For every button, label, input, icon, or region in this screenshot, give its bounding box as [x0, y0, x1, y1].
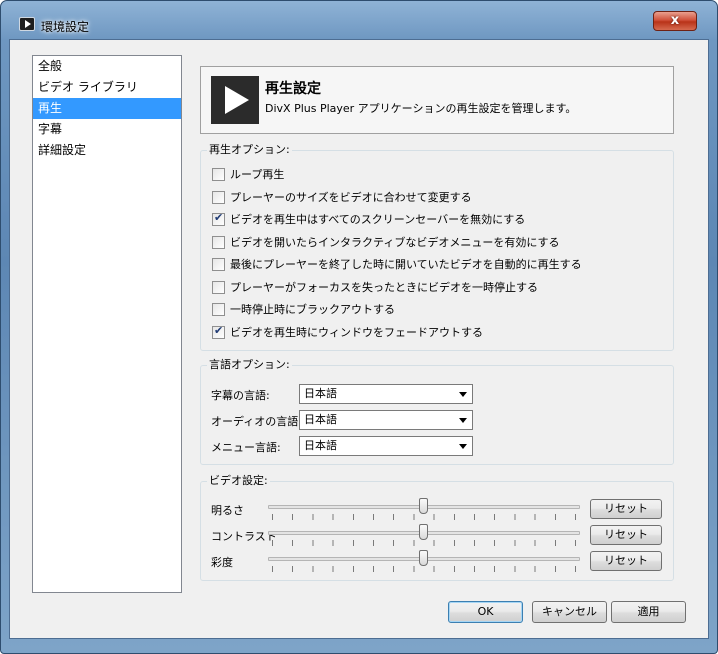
audio-language-value: 日本語	[304, 413, 337, 426]
option-disable-screensaver[interactable]: ビデオを再生中はすべてのスクリーンセーバーを無効にする	[212, 211, 525, 227]
nav-item-playback[interactable]: 再生	[33, 98, 181, 119]
contrast-ticks	[272, 540, 576, 546]
screensaver-checkbox[interactable]	[212, 211, 225, 226]
subtitle-language-select[interactable]: 日本語	[299, 384, 473, 404]
title-bar[interactable]: 環境設定 x	[1, 1, 717, 37]
section-description: DivX Plus Player アプリケーションの再生設定を管理します。	[265, 102, 577, 115]
nav-item-advanced[interactable]: 詳細設定	[33, 140, 181, 161]
option-resize-player[interactable]: プレーヤーのサイズをビデオに合わせて変更する	[212, 189, 472, 205]
brightness-slider-thumb[interactable]	[419, 498, 428, 514]
language-options-label: 言語オプション:	[207, 356, 292, 372]
menu-language-value: 日本語	[304, 439, 337, 452]
section-title: 再生設定	[265, 81, 321, 97]
nav-item-subtitles[interactable]: 字幕	[33, 119, 181, 140]
subtitle-language-value: 日本語	[304, 387, 337, 400]
loop-checkbox[interactable]	[212, 167, 225, 181]
cancel-button[interactable]: キャンセル	[532, 601, 607, 623]
saturation-slider-thumb[interactable]	[419, 550, 428, 566]
subtitle-language-label: 字幕の言語:	[211, 389, 270, 402]
brightness-label: 明るさ	[211, 504, 244, 517]
option-label: 一時停止時にブラックアウトする	[230, 303, 395, 316]
window-title: 環境設定	[41, 20, 90, 34]
option-loop[interactable]: ループ再生	[212, 166, 284, 182]
nav-item-video-library[interactable]: ビデオ ライブラリ	[33, 77, 181, 98]
option-label: プレーヤーのサイズをビデオに合わせて変更する	[230, 191, 472, 204]
option-resume-last-video[interactable]: 最後にプレーヤーを終了した時に開いていたビデオを自動的に再生する	[212, 256, 582, 272]
ok-button[interactable]: OK	[448, 601, 523, 623]
option-pause-on-focus-loss[interactable]: プレーヤーがフォーカスを失ったときにビデオを一時停止する	[212, 279, 538, 295]
menu-language-select[interactable]: 日本語	[299, 436, 473, 456]
playback-options-label: 再生オプション:	[207, 141, 292, 157]
interactive-menu-checkbox[interactable]	[212, 235, 225, 249]
blackout-checkbox[interactable]	[212, 302, 225, 316]
dialog-client: 全般 ビデオ ライブラリ 再生 字幕 詳細設定 再生設定 DivX Plus P…	[9, 39, 709, 639]
audio-language-select[interactable]: 日本語	[299, 410, 473, 430]
option-interactive-menu[interactable]: ビデオを開いたらインタラクティブなビデオメニューを有効にする	[212, 234, 559, 250]
pause-focus-checkbox[interactable]	[212, 280, 225, 294]
brightness-reset-button[interactable]: リセット	[590, 499, 662, 519]
resize-checkbox[interactable]	[212, 190, 225, 204]
saturation-ticks	[272, 566, 576, 572]
video-settings-label: ビデオ設定:	[207, 472, 270, 488]
app-icon	[19, 17, 35, 31]
category-list: 全般 ビデオ ライブラリ 再生 字幕 詳細設定	[32, 55, 182, 593]
audio-language-label: オーディオの言語:	[211, 415, 302, 428]
option-label: プレーヤーがフォーカスを失ったときにビデオを一時停止する	[230, 281, 538, 294]
fade-window-checkbox[interactable]	[212, 324, 225, 339]
nav-item-general[interactable]: 全般	[33, 56, 181, 77]
resume-checkbox[interactable]	[212, 257, 225, 271]
menu-language-label: メニュー言語:	[211, 441, 281, 454]
option-fade-window[interactable]: ビデオを再生時にウィンドウをフェードアウトする	[212, 324, 483, 340]
saturation-label: 彩度	[211, 556, 233, 569]
option-label: 最後にプレーヤーを終了した時に開いていたビデオを自動的に再生する	[230, 258, 582, 271]
option-label: ビデオを開いたらインタラクティブなビデオメニューを有効にする	[230, 236, 560, 249]
contrast-reset-button[interactable]: リセット	[590, 525, 662, 545]
settings-window: 環境設定 x 全般 ビデオ ライブラリ 再生 字幕 詳細設定 再生設定 DivX…	[0, 0, 718, 654]
contrast-slider-thumb[interactable]	[419, 524, 428, 540]
chevron-down-icon	[459, 444, 467, 449]
option-blackout-on-pause[interactable]: 一時停止時にブラックアウトする	[212, 301, 395, 317]
option-label: ループ再生	[230, 168, 285, 181]
brightness-ticks	[272, 514, 576, 520]
close-button[interactable]: x	[653, 11, 697, 31]
contrast-label: コントラスト	[211, 530, 277, 543]
section-header: 再生設定 DivX Plus Player アプリケーションの再生設定を管理しま…	[200, 66, 674, 134]
chevron-down-icon	[459, 392, 467, 397]
chevron-down-icon	[459, 418, 467, 423]
play-icon	[211, 76, 259, 124]
saturation-reset-button[interactable]: リセット	[590, 551, 662, 571]
apply-button[interactable]: 適用	[611, 601, 686, 623]
option-label: ビデオを再生中はすべてのスクリーンセーバーを無効にする	[230, 213, 526, 226]
option-label: ビデオを再生時にウィンドウをフェードアウトする	[230, 326, 483, 339]
